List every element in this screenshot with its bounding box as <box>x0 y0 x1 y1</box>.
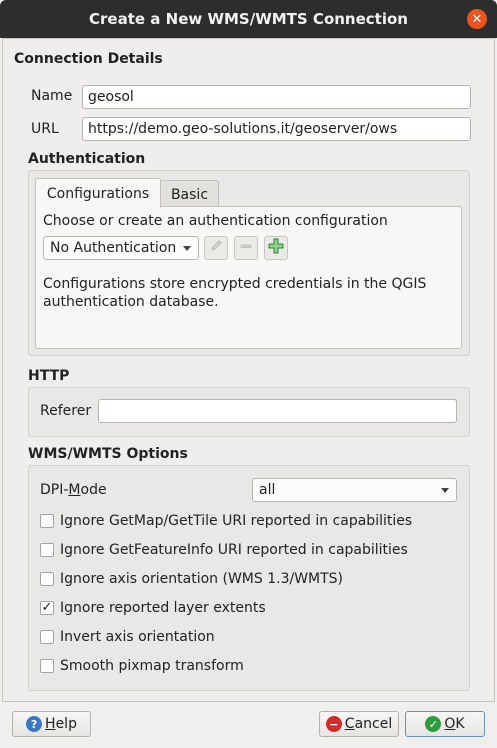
chevron-down-icon <box>183 246 191 251</box>
authentication-title: Authentication <box>28 151 146 167</box>
name-input[interactable]: geosol <box>82 85 471 109</box>
http-title: HTTP <box>28 368 70 384</box>
cancel-icon: − <box>325 716 342 732</box>
title-bar: Create a New WMS/WMTS Connection ✕ <box>0 0 497 38</box>
checkbox-label: Invert axis orientation <box>60 629 215 645</box>
name-label: Name <box>31 88 73 104</box>
add-plus-icon <box>268 238 284 258</box>
invert-axis-orientation-checkbox[interactable]: Invert axis orientation <box>40 628 215 646</box>
cancel-button[interactable]: − Cancel <box>319 711 399 737</box>
dpi-mode-select[interactable]: all <box>252 478 457 502</box>
tab-configurations-label: Configurations <box>46 185 150 202</box>
chevron-down-icon <box>441 488 449 493</box>
edit-auth-button[interactable] <box>204 236 228 260</box>
dpi-mode-value: all <box>259 482 276 498</box>
checkbox-box[interactable] <box>40 630 54 644</box>
checkbox-box[interactable] <box>40 572 54 586</box>
auth-config-select[interactable]: No Authentication <box>43 236 199 260</box>
ok-check-icon: ✓ <box>425 716 442 732</box>
checkbox-label: Smooth pixmap transform <box>60 658 244 674</box>
tab-basic[interactable]: Basic <box>160 180 219 208</box>
checkbox-box[interactable]: ✓ <box>40 601 54 615</box>
help-label: Help <box>45 716 77 732</box>
close-icon: ✕ <box>471 11 483 27</box>
close-button[interactable]: ✕ <box>467 9 487 29</box>
help-button[interactable]: ? Help <box>12 711 91 737</box>
ignore-layer-extents-checkbox[interactable]: ✓ Ignore reported layer extents <box>40 599 266 617</box>
auth-info-line1: Configurations store encrypted credentia… <box>43 276 427 292</box>
tab-configurations[interactable]: Configurations <box>35 178 161 208</box>
ignore-getfeatureinfo-uri-checkbox[interactable]: Ignore GetFeatureInfo URI reported in ca… <box>40 541 408 559</box>
add-auth-button[interactable] <box>264 236 288 260</box>
edit-pencil-icon <box>209 239 223 257</box>
checkbox-label: Ignore GetFeatureInfo URI reported in ca… <box>60 542 408 558</box>
ok-label: OK <box>444 716 465 732</box>
checkbox-label: Ignore axis orientation (WMS 1.3/WMTS) <box>60 571 344 587</box>
check-icon: ✓ <box>41 600 53 615</box>
smooth-pixmap-checkbox[interactable]: Smooth pixmap transform <box>40 657 244 675</box>
checkbox-box[interactable] <box>40 543 54 557</box>
auth-config-value: No Authentication <box>50 240 177 256</box>
wms-options-title: WMS/WMTS Options <box>28 446 188 462</box>
ignore-getmap-uri-checkbox[interactable]: Ignore GetMap/GetTile URI reported in ca… <box>40 512 412 530</box>
tab-basic-label: Basic <box>170 186 209 203</box>
help-icon: ? <box>26 716 43 732</box>
referer-input[interactable] <box>98 399 457 423</box>
ok-button[interactable]: ✓ OK <box>405 711 485 737</box>
auth-info-line2: authentication database. <box>43 294 219 310</box>
auth-info-text: Configurations store encrypted credentia… <box>43 275 426 311</box>
checkbox-box[interactable] <box>40 514 54 528</box>
remove-icon <box>239 239 253 257</box>
remove-auth-button[interactable] <box>234 236 258 260</box>
window-title: Create a New WMS/WMTS Connection <box>89 10 408 28</box>
dpi-mode-label: DPI-Mode <box>40 482 107 498</box>
url-label: URL <box>31 121 59 137</box>
checkbox-box[interactable] <box>40 659 54 673</box>
cancel-label: Cancel <box>344 716 393 732</box>
url-input[interactable]: https://demo.geo-solutions.it/geoserver/… <box>82 117 471 141</box>
referer-label: Referer <box>40 403 92 419</box>
checkbox-label: Ignore reported layer extents <box>60 600 266 616</box>
ignore-axis-orientation-checkbox[interactable]: Ignore axis orientation (WMS 1.3/WMTS) <box>40 570 343 588</box>
connection-details-title: Connection Details <box>14 51 163 67</box>
checkbox-label: Ignore GetMap/GetTile URI reported in ca… <box>60 513 413 529</box>
auth-prompt: Choose or create an authentication confi… <box>43 213 388 229</box>
